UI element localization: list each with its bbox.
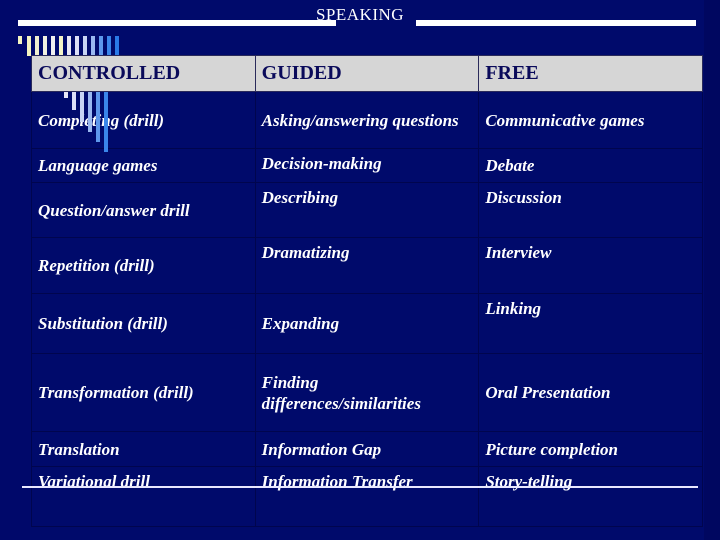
table-cell: Question/answer drill <box>31 182 256 238</box>
table-row: Question/answer drill Describing Discuss… <box>31 182 703 238</box>
table-cell: Translation <box>31 431 256 467</box>
speaking-activities-table: CONTROLLED GUIDED FREE Completing (drill… <box>31 55 703 527</box>
table-cell: Describing <box>254 182 480 238</box>
header-controlled: CONTROLLED <box>31 55 256 92</box>
table-cell: Information Gap <box>254 431 480 467</box>
table-cell: Picture completion <box>478 431 703 467</box>
table-cell: Discussion <box>478 182 703 238</box>
table-cell: Asking/answering questions <box>254 91 480 149</box>
header-free: FREE <box>478 55 703 92</box>
table-row: Substitution (drill) Expanding Linking <box>31 293 703 354</box>
table-cell: Transformation (drill) <box>31 353 256 432</box>
table-cell: Completing (drill) <box>31 91 256 149</box>
table-cell: Finding differences/similarities <box>254 353 480 432</box>
table-cell: Debate <box>478 148 703 183</box>
table-header-row: CONTROLLED GUIDED FREE <box>31 55 703 92</box>
table-cell: Story-telling <box>478 466 703 527</box>
table-cell: Repetition (drill) <box>31 237 256 294</box>
left-band <box>0 0 30 540</box>
table-cell: Substitution (drill) <box>31 293 256 354</box>
table-cell: Decision-making <box>254 148 480 183</box>
table-cell: Communicative games <box>478 91 703 149</box>
table-row: Completing (drill) Asking/answering ques… <box>31 91 703 149</box>
table-row: Transformation (drill) Finding differenc… <box>31 353 703 432</box>
table-cell: Interview <box>478 237 703 294</box>
table-row: Variational drill Information Transfer S… <box>31 466 703 527</box>
right-band <box>704 0 720 540</box>
table-cell: Variational drill <box>31 466 256 527</box>
table-cell: Linking <box>478 293 703 354</box>
slide: SPEAKING CONTROLLED GUIDED FREE Completi… <box>0 0 720 540</box>
table-cell: Dramatizing <box>254 237 480 294</box>
bottom-rule <box>22 486 698 488</box>
table-cell: Language games <box>31 148 256 183</box>
table-cell: Expanding <box>254 293 480 354</box>
table-row: Translation Information Gap Picture comp… <box>31 431 703 467</box>
table-row: Repetition (drill) Dramatizing Interview <box>31 237 703 294</box>
table-cell: Information Transfer <box>254 466 480 527</box>
table-row: Language games Decision-making Debate <box>31 148 703 183</box>
header-guided: GUIDED <box>254 55 480 92</box>
table-cell: Oral Presentation <box>478 353 703 432</box>
slide-title: SPEAKING <box>315 5 405 24</box>
